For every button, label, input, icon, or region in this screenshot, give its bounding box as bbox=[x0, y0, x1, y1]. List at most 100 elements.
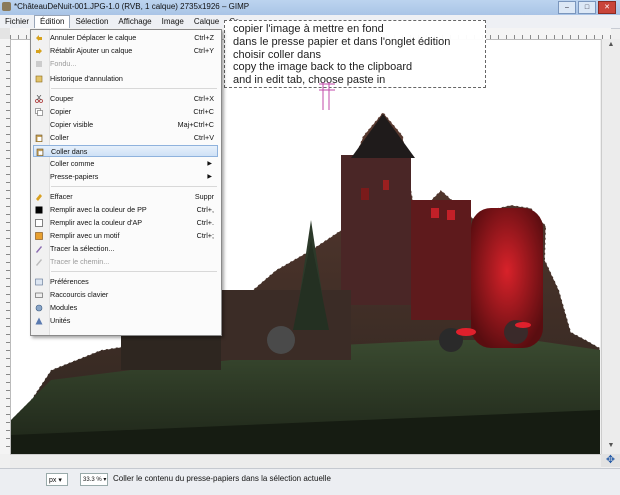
menu-edit[interactable]: Édition bbox=[34, 15, 71, 28]
redo-icon bbox=[36, 48, 42, 54]
copy-icon bbox=[35, 108, 43, 116]
menu-item-shortcut: Ctrl+Y bbox=[193, 46, 214, 55]
zoom-value: 33.3 % bbox=[83, 477, 102, 483]
menu-item-paste[interactable]: Coller Ctrl+V bbox=[33, 132, 218, 144]
paste-icon bbox=[35, 134, 43, 142]
close-button[interactable]: ✕ bbox=[598, 1, 616, 14]
menu-item-fill-bg[interactable]: Remplir avec la couleur d'AP Ctrl+. bbox=[33, 217, 218, 229]
note-line: choisir coller dans bbox=[233, 48, 322, 61]
menu-item-label: Presse-papiers bbox=[50, 172, 99, 181]
scroll-up-icon[interactable]: ▲ bbox=[605, 41, 617, 51]
menu-item-stroke-path[interactable]: Tracer le chemin... bbox=[33, 256, 218, 268]
menu-item-shortcut: Ctrl+V bbox=[193, 133, 214, 142]
menu-item-cut[interactable]: Couper Ctrl+X bbox=[33, 93, 218, 105]
vertical-scrollbar[interactable]: ▲ ▼ bbox=[601, 39, 620, 454]
menu-item-label: Copier bbox=[50, 107, 72, 116]
menu-item-label: Remplir avec la couleur de PP bbox=[50, 205, 147, 214]
menu-item-shortcut: Suppr bbox=[194, 192, 214, 201]
stroke-selection-icon bbox=[36, 246, 42, 253]
cut-icon bbox=[35, 95, 43, 103]
menu-item-fill-pattern[interactable]: Remplir avec un motif Ctrl+; bbox=[33, 230, 218, 242]
status-bar: px ▾ 33.3 % ▾ Coller le contenu du press… bbox=[0, 468, 620, 495]
window-title: *ChâteauDeNuit-001.JPG-1.0 (RVB, 1 calqu… bbox=[14, 2, 250, 11]
fill-bg-icon bbox=[35, 219, 43, 227]
menu-view[interactable]: Affichage bbox=[113, 15, 156, 28]
unit-value: px bbox=[49, 477, 57, 484]
menu-item-label: Historique d'annulation bbox=[50, 74, 123, 83]
paste-into-icon bbox=[36, 148, 44, 156]
menu-item-history[interactable]: Historique d'annulation bbox=[33, 73, 218, 85]
menu-file[interactable]: Fichier bbox=[0, 15, 34, 28]
preferences-icon bbox=[35, 278, 43, 286]
title-bar: *ChâteauDeNuit-001.JPG-1.0 (RVB, 1 calqu… bbox=[0, 0, 620, 16]
menu-item-label: Modules bbox=[50, 303, 78, 312]
modules-icon bbox=[35, 304, 43, 312]
menu-item-redo[interactable]: Rétablir Ajouter un calque Ctrl+Y bbox=[33, 45, 218, 57]
menu-item-clipboard[interactable]: Presse-papiers ▶ bbox=[33, 171, 218, 183]
menu-item-label: Effacer bbox=[50, 192, 73, 201]
menu-item-shortcut: Ctrl+; bbox=[196, 231, 214, 240]
menu-item-clear[interactable]: Effacer Suppr bbox=[33, 191, 218, 203]
units-icon bbox=[35, 317, 43, 325]
menu-item-keyboard-shortcuts[interactable]: Raccourcis clavier bbox=[33, 289, 218, 301]
menu-item-label: Tracer le chemin... bbox=[50, 257, 110, 266]
paste-cursor-icon bbox=[319, 82, 335, 110]
note-line: and in edit tab, choose paste in bbox=[233, 74, 386, 87]
menu-item-preferences[interactable]: Préférences bbox=[33, 276, 218, 288]
menu-item-label: Remplir avec un motif bbox=[50, 231, 120, 240]
menu-item-undo[interactable]: Annuler Déplacer le calque Ctrl+Z bbox=[33, 32, 218, 44]
menu-select[interactable]: Sélection bbox=[70, 15, 113, 28]
menu-item-label: Annuler Déplacer le calque bbox=[50, 33, 137, 42]
menu-layer[interactable]: Calque bbox=[189, 15, 224, 28]
navigate-icon[interactable]: ✥ bbox=[601, 454, 620, 467]
menu-item-shortcut: Ctrl+C bbox=[193, 107, 214, 116]
menu-item-modules[interactable]: Modules bbox=[33, 302, 218, 314]
menu-image[interactable]: Image bbox=[157, 15, 189, 28]
menu-item-shortcut: Ctrl+, bbox=[196, 205, 214, 214]
menu-item-paste-into[interactable]: Coller dans bbox=[33, 145, 218, 157]
menu-item-shortcut: Ctrl+X bbox=[193, 94, 214, 103]
vertical-ruler[interactable] bbox=[0, 39, 11, 454]
keyboard-icon bbox=[35, 292, 43, 298]
menu-item-label: Raccourcis clavier bbox=[50, 290, 109, 299]
menu-item-label: Unités bbox=[50, 316, 71, 325]
menu-item-label: Couper bbox=[50, 94, 74, 103]
menu-item-paste-as[interactable]: Coller comme ▶ bbox=[33, 158, 218, 170]
minimize-button[interactable]: – bbox=[558, 1, 576, 14]
scroll-down-icon[interactable]: ▼ bbox=[605, 442, 617, 452]
menu-item-copy-visible[interactable]: Copier visible Maj+Ctrl+C bbox=[33, 119, 218, 131]
clear-icon bbox=[36, 194, 42, 201]
menu-item-shortcut: Ctrl+. bbox=[196, 218, 214, 227]
menu-item-copy[interactable]: Copier Ctrl+C bbox=[33, 106, 218, 118]
horizontal-scrollbar[interactable] bbox=[10, 454, 601, 468]
menu-item-label: Coller bbox=[50, 133, 69, 142]
annotation-note: copier l'image à mettre en fond dans le … bbox=[224, 20, 486, 88]
menu-item-shortcut: Ctrl+Z bbox=[194, 33, 214, 42]
note-line: copy the image back to the clipboard bbox=[233, 61, 413, 74]
fade-icon bbox=[36, 61, 42, 67]
maximize-button[interactable]: □ bbox=[578, 1, 596, 14]
fill-fg-icon bbox=[35, 206, 43, 214]
menu-item-label: Préférences bbox=[50, 277, 89, 286]
menu-item-label: Rétablir Ajouter un calque bbox=[50, 46, 133, 55]
menu-item-label: Tracer la sélection... bbox=[50, 244, 115, 253]
status-message: Coller le contenu du presse-papiers dans… bbox=[113, 474, 331, 483]
menu-item-stroke-selection[interactable]: Tracer la sélection... bbox=[33, 243, 218, 255]
zoom-select[interactable]: 33.3 % ▾ bbox=[80, 473, 108, 486]
stroke-path-icon bbox=[36, 259, 42, 266]
menu-item-label: Fondu... bbox=[50, 59, 77, 68]
menu-item-fill-fg[interactable]: Remplir avec la couleur de PP Ctrl+, bbox=[33, 204, 218, 216]
menu-item-label: Copier visible bbox=[50, 120, 94, 129]
submenu-arrow-icon: ▶ bbox=[207, 161, 212, 167]
menu-item-units[interactable]: Unités bbox=[33, 315, 218, 327]
edit-menu: Annuler Déplacer le calque Ctrl+Z Rétabl… bbox=[30, 29, 222, 336]
undo-icon bbox=[36, 35, 42, 41]
menu-item-label: Remplir avec la couleur d'AP bbox=[50, 218, 143, 227]
gimp-app-icon bbox=[2, 2, 11, 11]
menu-item-fade[interactable]: Fondu... bbox=[33, 58, 218, 70]
menu-item-label: Coller comme bbox=[50, 159, 95, 168]
menu-item-shortcut: Maj+Ctrl+C bbox=[177, 120, 214, 129]
menu-item-label: Coller dans bbox=[51, 147, 88, 156]
fill-pattern-icon bbox=[35, 232, 43, 240]
unit-select[interactable]: px ▾ bbox=[46, 473, 68, 486]
